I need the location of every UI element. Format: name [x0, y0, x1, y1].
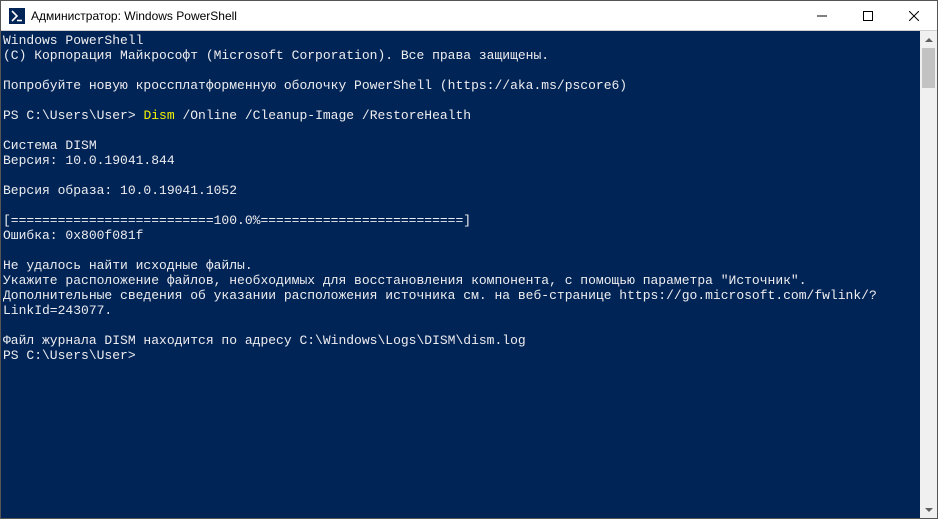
out-line: Ошибка: 0x800f081f	[3, 228, 143, 243]
out-line: [==========================100.0%=======…	[3, 213, 471, 228]
out-line: Cистема DISM	[3, 138, 97, 153]
out-line: Файл журнала DISM находится по адресу C:…	[3, 333, 526, 348]
close-button[interactable]	[891, 1, 937, 30]
out-line: Версия образа: 10.0.19041.1052	[3, 183, 237, 198]
titlebar[interactable]: Администратор: Windows PowerShell	[1, 1, 937, 31]
out-line: Не удалось найти исходные файлы.	[3, 258, 253, 273]
scrollbar-track[interactable]	[920, 48, 937, 501]
out-line: (С) Корпорация Майкрософт (Microsoft Cor…	[3, 48, 549, 63]
client-area: Windows PowerShell (С) Корпорация Майкро…	[1, 31, 937, 518]
prompt-line: PS C:\Users\User>	[3, 348, 136, 363]
window-title: Администратор: Windows PowerShell	[31, 9, 237, 23]
command-args: /Online /Cleanup-Image /RestoreHealth	[175, 108, 471, 123]
scrollbar-thumb[interactable]	[922, 48, 935, 88]
minimize-button[interactable]	[799, 1, 845, 30]
maximize-icon	[863, 11, 873, 21]
close-icon	[909, 11, 919, 21]
minimize-icon	[817, 11, 827, 21]
command-name: Dism	[143, 108, 174, 123]
chevron-down-icon	[925, 506, 933, 514]
scroll-down-button[interactable]	[920, 501, 937, 518]
chevron-up-icon	[925, 36, 933, 44]
powershell-icon	[9, 8, 25, 24]
out-line: Попробуйте новую кроссплатформенную обол…	[3, 78, 627, 93]
maximize-button[interactable]	[845, 1, 891, 30]
out-line: Windows PowerShell	[3, 33, 143, 48]
terminal-output[interactable]: Windows PowerShell (С) Корпорация Майкро…	[1, 31, 920, 518]
out-line: Укажите расположение файлов, необходимых…	[3, 273, 877, 318]
vertical-scrollbar[interactable]	[920, 31, 937, 518]
out-line: Версия: 10.0.19041.844	[3, 153, 175, 168]
powershell-window: Администратор: Windows PowerShell Window…	[0, 0, 938, 519]
scroll-up-button[interactable]	[920, 31, 937, 48]
prompt-prefix: PS C:\Users\User>	[3, 108, 143, 123]
window-controls	[799, 1, 937, 30]
